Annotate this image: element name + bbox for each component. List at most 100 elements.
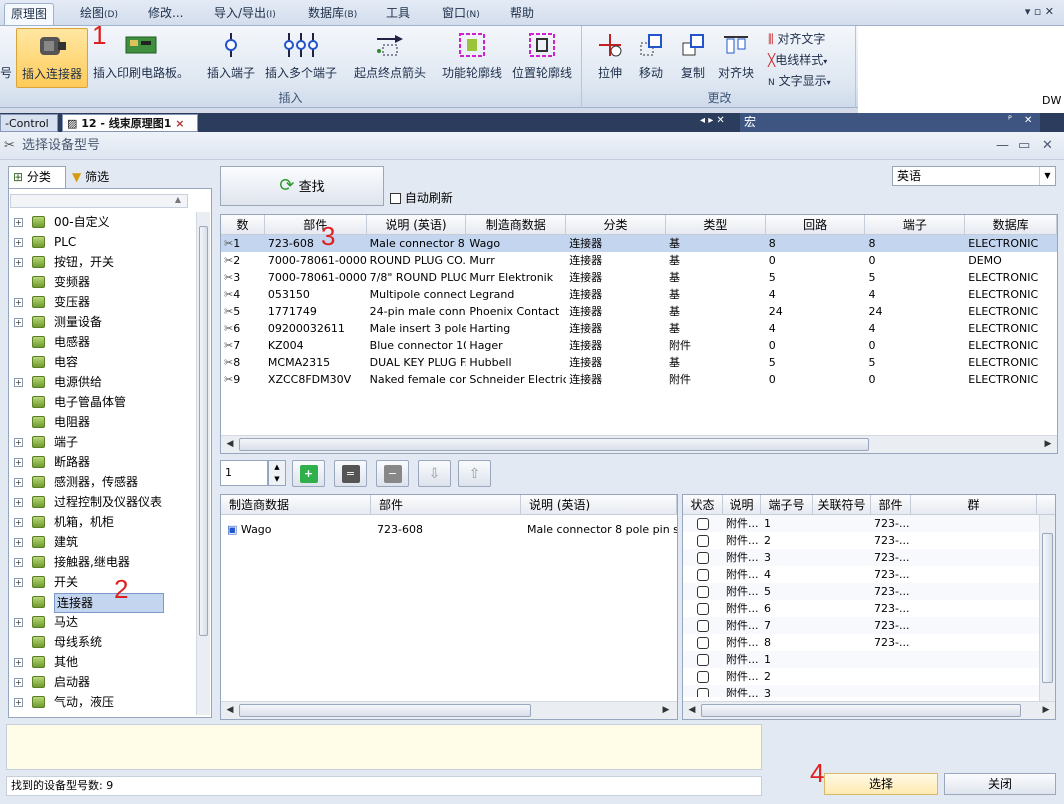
- move-down-button[interactable]: ⇩: [418, 460, 451, 487]
- status-checkbox[interactable]: [697, 603, 709, 615]
- scrollbar-thumb[interactable]: [199, 226, 208, 636]
- scrollbar-thumb[interactable]: [1042, 533, 1053, 683]
- pin-hscrollbar[interactable]: ◀ ▶: [683, 701, 1055, 719]
- function-outline-button[interactable]: 功能轮廓线: [438, 28, 506, 88]
- quantity-input[interactable]: 1: [220, 460, 268, 486]
- add-button[interactable]: +: [292, 460, 325, 487]
- table-row[interactable]: ✂1 723-608 Male connector 8 ...Wago 连接器 基 8 8 E…: [221, 235, 1057, 252]
- close-icon[interactable]: ✕: [1024, 115, 1032, 126]
- tree-item[interactable]: + 端子: [10, 432, 190, 452]
- tree-item[interactable]: + 变压器: [10, 292, 190, 312]
- status-checkbox[interactable]: [697, 637, 709, 649]
- expand-icon[interactable]: +: [14, 458, 23, 467]
- tree-item[interactable]: + 开关: [10, 572, 190, 592]
- scroll-right-arrow[interactable]: ▶: [1041, 437, 1055, 451]
- doc-tab-control[interactable]: -Control ×: [0, 114, 58, 147]
- expand-icon[interactable]: +: [14, 618, 23, 627]
- move-button[interactable]: 移动: [630, 28, 672, 88]
- table-row[interactable]: ▣ Wago 723-608 Male connector 8 pole pin s…: [221, 521, 677, 538]
- expand-icon[interactable]: +: [14, 218, 23, 227]
- remove-button[interactable]: −: [376, 460, 409, 487]
- status-checkbox[interactable]: [697, 569, 709, 581]
- tree-item[interactable]: 母线系统: [10, 632, 190, 652]
- tree-item[interactable]: + 断路器: [10, 452, 190, 472]
- tree-scroll-up-arrow[interactable]: ▲: [10, 194, 188, 208]
- menu-tab-schematic[interactable]: 原理图: [4, 3, 55, 25]
- column-header[interactable]: 说明 (英语): [521, 495, 677, 514]
- select-button[interactable]: 选择: [824, 773, 938, 795]
- tree-item[interactable]: + 接触器,继电器: [10, 552, 190, 572]
- tab-nav-arrows[interactable]: ◂ ▸ ✕: [700, 115, 725, 126]
- expand-icon[interactable]: +: [14, 538, 23, 547]
- scroll-left-arrow[interactable]: ◀: [223, 437, 237, 451]
- menu-tab-modify[interactable]: 修改...: [142, 3, 189, 25]
- expand-icon[interactable]: +: [14, 558, 23, 567]
- table-row[interactable]: 附件... 3: [683, 685, 1055, 697]
- tree-item[interactable]: 电感器: [10, 332, 190, 352]
- tree-item[interactable]: + 过程控制及仪器仪表: [10, 492, 190, 512]
- doc-tab-harness[interactable]: ▨ 12 - 线束原理图1 ×: [62, 114, 198, 132]
- close-button[interactable]: 关闭: [944, 773, 1056, 795]
- quantity-stepper[interactable]: ▲ ▼: [268, 460, 286, 486]
- scrollbar-thumb[interactable]: [701, 704, 1021, 717]
- expand-icon[interactable]: +: [14, 438, 23, 447]
- expand-icon[interactable]: +: [14, 298, 23, 307]
- column-header[interactable]: 回路: [766, 215, 866, 234]
- tree-item[interactable]: 电子管晶体管: [10, 392, 190, 412]
- tree-item[interactable]: 连接器: [10, 592, 190, 613]
- tree-item[interactable]: + PLC: [10, 232, 190, 252]
- expand-icon[interactable]: +: [14, 658, 23, 667]
- table-row[interactable]: 附件... 7 723-...: [683, 617, 1055, 634]
- tree-item[interactable]: + 马达: [10, 612, 190, 632]
- maximize-icon[interactable]: ▭: [1018, 132, 1030, 160]
- scroll-left-arrow[interactable]: ◀: [223, 703, 237, 717]
- window-controls[interactable]: ▾ ▫ ✕: [1025, 5, 1054, 18]
- column-header[interactable]: 端子号: [761, 495, 813, 514]
- insert-connector-button[interactable]: 插入连接器: [16, 28, 88, 88]
- start-end-arrow-button[interactable]: 起点终点箭头: [348, 28, 432, 88]
- tree-item[interactable]: + 气动，液压: [10, 692, 190, 712]
- expand-icon[interactable]: +: [14, 698, 23, 707]
- table-row[interactable]: 附件... 2 723-...: [683, 532, 1055, 549]
- column-header[interactable]: 数: [221, 215, 265, 234]
- expand-icon[interactable]: +: [14, 498, 23, 507]
- tree-item[interactable]: 电容: [10, 352, 190, 372]
- table-row[interactable]: 附件... 2: [683, 668, 1055, 685]
- table-row[interactable]: ✂4053150Multipole connect...Legrand连接器基4…: [221, 286, 1057, 303]
- column-header[interactable]: 端子: [865, 215, 966, 234]
- scroll-right-arrow[interactable]: ▶: [1039, 703, 1053, 717]
- column-header[interactable]: 部件: [871, 495, 911, 514]
- device-table-hscrollbar[interactable]: ◀ ▶: [221, 435, 1057, 453]
- pin-icon[interactable]: ᴾ: [1008, 115, 1012, 126]
- expand-icon[interactable]: +: [14, 258, 23, 267]
- tree-item[interactable]: + 机箱，机柜: [10, 512, 190, 532]
- status-checkbox[interactable]: [697, 688, 709, 697]
- table-row[interactable]: ✂8 MCMA2315 DUAL KEY PLUG F... Hubbell 连接器 基 5…: [221, 354, 1057, 371]
- ribbon-partial-label[interactable]: 号: [0, 64, 12, 81]
- column-header[interactable]: 说明: [723, 495, 761, 514]
- table-row[interactable]: 附件... 1: [683, 651, 1055, 668]
- status-checkbox[interactable]: [697, 671, 709, 683]
- column-header[interactable]: 制造商数据: [466, 215, 567, 234]
- location-outline-button[interactable]: 位置轮廓线: [508, 28, 576, 88]
- table-row[interactable]: ✂6 09200032611 Male insert 3 pole...Hartin…: [221, 320, 1057, 337]
- close-icon[interactable]: ×: [175, 117, 184, 130]
- move-up-button[interactable]: ⇧: [458, 460, 491, 487]
- column-header[interactable]: 制造商数据: [221, 495, 371, 514]
- insert-multiple-terminals-button[interactable]: 插入多个端子: [262, 28, 340, 88]
- tree-item[interactable]: + 启动器: [10, 672, 190, 692]
- copy-button[interactable]: 复制: [672, 28, 714, 88]
- scrollbar-thumb[interactable]: [239, 438, 869, 451]
- wire-style-button[interactable]: ╳电线样式▾: [768, 51, 827, 68]
- expand-icon[interactable]: +: [14, 518, 23, 527]
- tree-scrollbar[interactable]: [196, 212, 210, 715]
- column-header[interactable]: 说明 (英语): [367, 215, 467, 234]
- table-row[interactable]: ✂7 KZ004 Blue connector 10...Hager 连接器 附件 0 0 E…: [221, 337, 1057, 354]
- expand-icon[interactable]: +: [14, 238, 23, 247]
- expand-icon[interactable]: +: [14, 678, 23, 687]
- tree-item[interactable]: + 建筑: [10, 532, 190, 552]
- tree-item[interactable]: + 其他: [10, 652, 190, 672]
- status-checkbox[interactable]: [697, 535, 709, 547]
- tree-item[interactable]: + 测量设备: [10, 312, 190, 332]
- table-row[interactable]: ✂3 7000-78061-0000...7/8" ROUND PLUG...Mu…: [221, 269, 1057, 286]
